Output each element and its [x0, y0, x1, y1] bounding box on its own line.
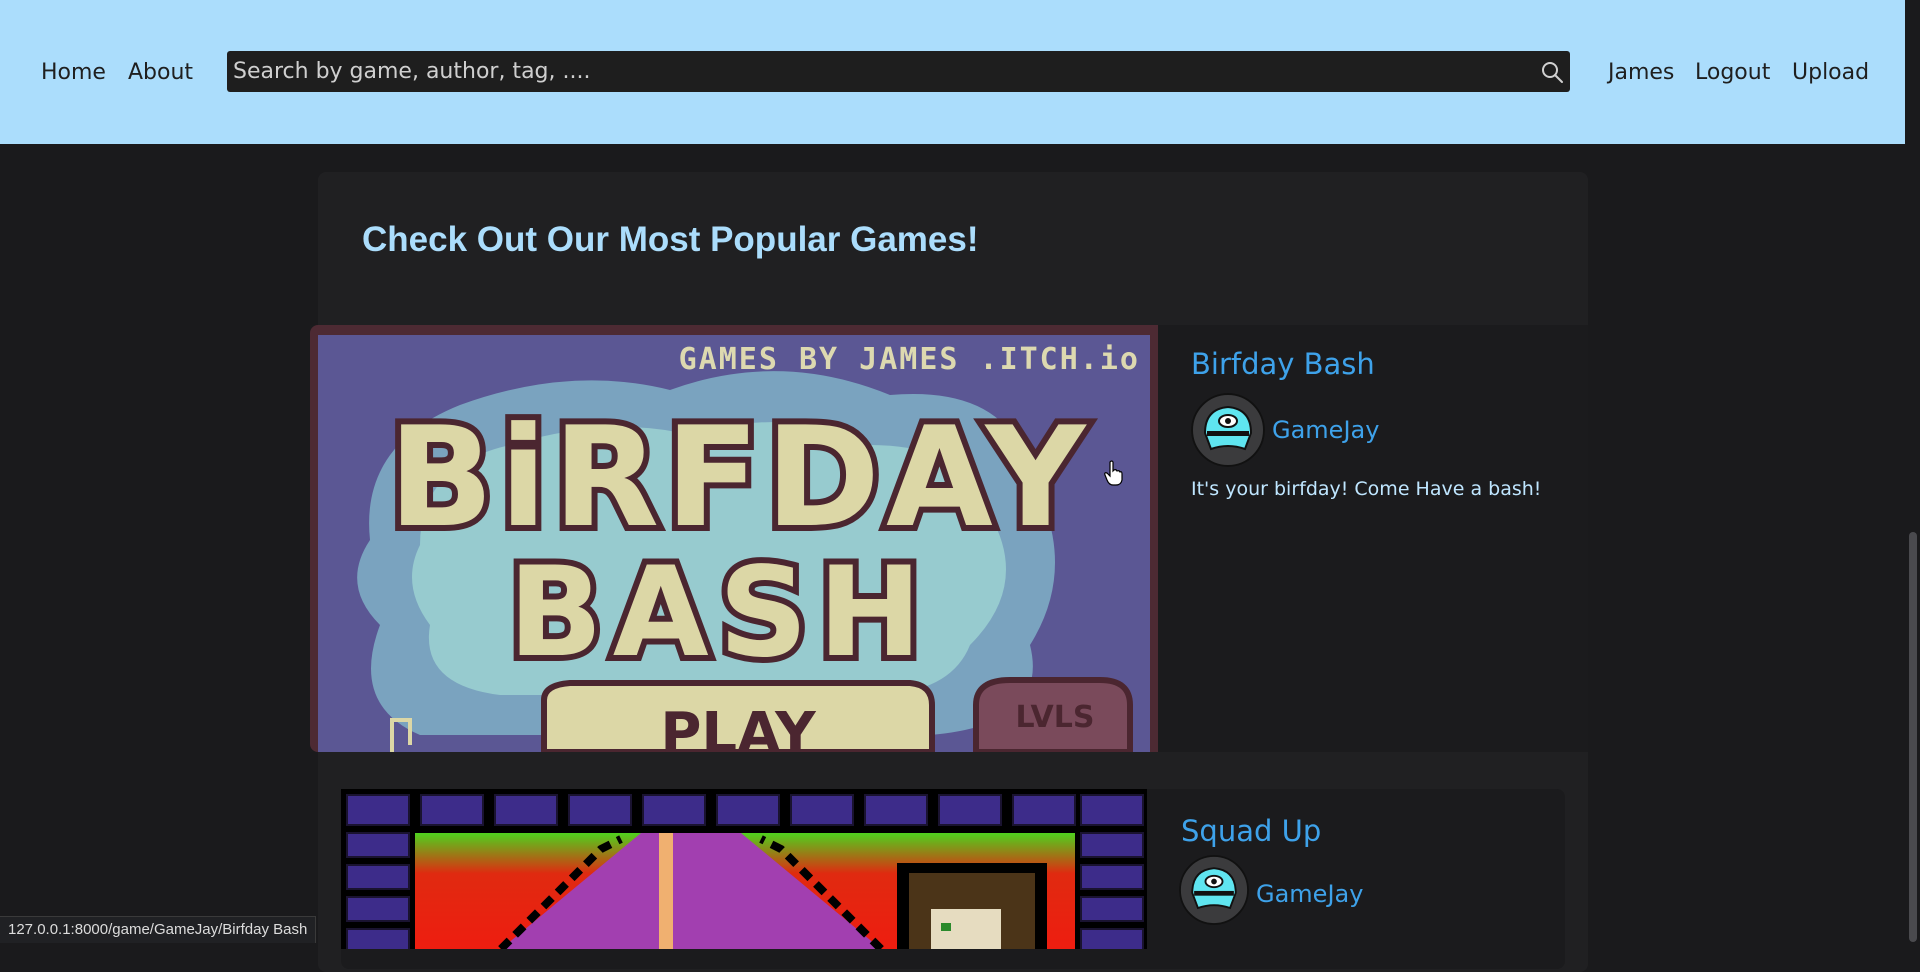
- game-title-link[interactable]: Birfday Bash: [1191, 347, 1375, 381]
- search-input[interactable]: [227, 51, 1497, 92]
- svg-text:BiRFDAY: BiRFDAY: [388, 397, 1091, 558]
- nav-about-link[interactable]: About: [128, 58, 193, 88]
- author-avatar[interactable]: [1191, 393, 1265, 467]
- author-avatar[interactable]: [1179, 855, 1249, 925]
- nav-user-link[interactable]: James: [1608, 58, 1674, 88]
- nav-logout-link[interactable]: Logout: [1695, 58, 1770, 88]
- squad-up-thumbnail-image: [341, 789, 1147, 949]
- nav-home-link[interactable]: Home: [41, 58, 106, 88]
- status-bar-url: 127.0.0.1:8000/game/GameJay/Birfday Bash: [0, 916, 317, 943]
- scrollbar-thumb[interactable]: [1909, 532, 1917, 942]
- game-card: Squad Up GameJay: [341, 789, 1565, 969]
- thumbnail-header-text: GAMES BY JAMES .ITCH.io: [679, 342, 1140, 377]
- birfday-bash-thumbnail-image: GAMES BY JAMES .ITCH.io BiRFDAY BASH PLA…: [318, 335, 1150, 752]
- game-thumbnail[interactable]: [341, 789, 1147, 949]
- search-bar: [227, 51, 1570, 92]
- page-scrollbar[interactable]: [1905, 0, 1920, 942]
- page-title: Check Out Our Most Popular Games!: [362, 220, 979, 259]
- author-name-link[interactable]: GameJay: [1272, 415, 1379, 445]
- thumbnail-play-text: PLAY: [660, 701, 817, 752]
- game-thumbnail[interactable]: GAMES BY JAMES .ITCH.io BiRFDAY BASH PLA…: [310, 325, 1158, 752]
- author-name-link[interactable]: GameJay: [1256, 879, 1363, 909]
- search-icon[interactable]: [1540, 60, 1564, 84]
- game-card: GAMES BY JAMES .ITCH.io BiRFDAY BASH PLA…: [310, 325, 1588, 752]
- nav-upload-link[interactable]: Upload: [1792, 58, 1869, 88]
- game-title-link[interactable]: Squad Up: [1181, 814, 1321, 848]
- thumbnail-lvls-text: LVLS: [1016, 700, 1095, 735]
- hand-pointer-icon: [1104, 460, 1123, 486]
- game-description: It's your birfday! Come Have a bash!: [1191, 478, 1542, 500]
- svg-text:BASH: BASH: [508, 541, 932, 685]
- navbar: Home About James Logout Upload: [0, 0, 1905, 144]
